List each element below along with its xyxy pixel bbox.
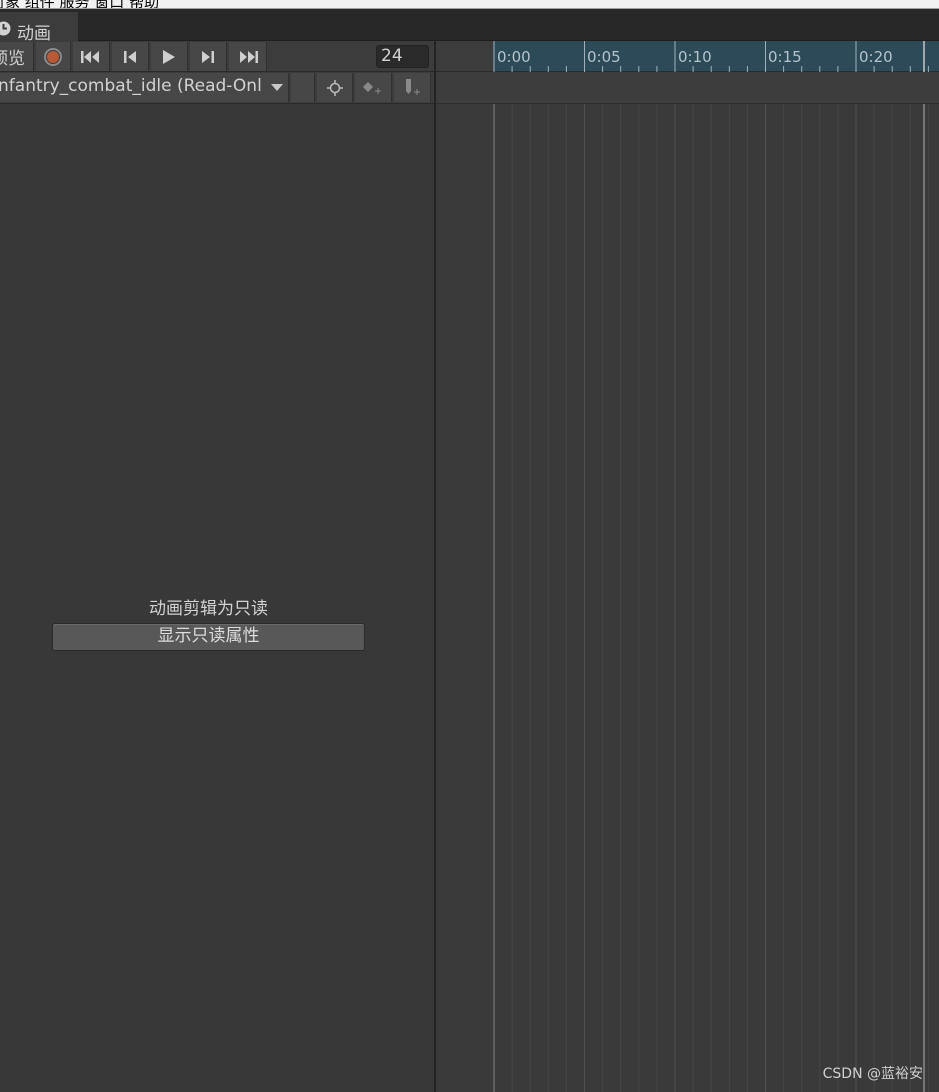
clock-icon [0,21,11,36]
clip-selector-dropdown[interactable]: Infantry_combat_idle (Read-Onl [0,73,289,102]
current-frame-field[interactable]: 24 [376,45,429,68]
timeline-panel: 0:00 0:05 0:10 0:15 0:20 [436,41,939,1092]
toolbar-spacer-button[interactable] [291,73,315,102]
dopesheet-grid[interactable] [436,104,939,1092]
go-to-first-frame-button[interactable] [73,42,110,71]
filter-by-selection-button[interactable] [317,73,353,102]
add-keyframe-icon [363,81,381,94]
menu-bar: 对象 组件 服务 窗口 帮助 [0,0,939,9]
timeline-ruler[interactable]: 0:00 0:05 0:10 0:15 0:20 [493,41,939,72]
record-button[interactable] [36,42,71,71]
record-icon [44,47,62,66]
preview-label: 预览 [0,49,25,69]
tick-label-3: 0:15 [768,48,802,66]
clip-name: Infantry_combat_idle (Read-Onl [0,76,262,96]
ruler-padding [436,41,493,72]
preview-button[interactable]: 预览 [0,42,34,71]
add-event-button[interactable] [394,73,431,102]
events-row[interactable] [436,72,939,104]
previous-frame-button[interactable] [112,42,149,71]
step-back-icon [124,50,136,63]
tab-animation[interactable]: 动画 [0,12,78,44]
animation-left-panel: 预览 [0,41,435,1092]
next-frame-button[interactable] [190,42,227,71]
add-event-icon [406,78,420,95]
play-icon [163,49,175,64]
skip-to-start-icon [81,50,99,63]
skip-to-end-icon [239,50,258,63]
play-button[interactable] [151,42,188,71]
tick-label-2: 0:10 [678,48,712,66]
tick-label-1: 0:05 [587,48,621,66]
playback-toolbar: 预览 [0,41,435,72]
tick-label-4: 0:20 [859,48,893,66]
step-forward-icon [202,50,214,63]
add-keyframe-button[interactable] [355,73,392,102]
show-readonly-properties-button[interactable]: 显示只读属性 [52,623,365,651]
go-to-last-frame-button[interactable] [229,42,267,71]
clip-toolbar: Infantry_combat_idle (Read-Onl [0,72,435,104]
watermark: CSDN @蓝裕安 [822,1066,923,1082]
menu-items[interactable]: 对象 组件 服务 窗口 帮助 [0,0,159,8]
tick-label-0: 0:00 [497,48,531,66]
readonly-message: 动画剪辑为只读 [149,599,268,619]
crosshair-icon [326,79,343,96]
tab-strip: 动画 [0,9,939,44]
chevron-down-icon [271,84,283,91]
